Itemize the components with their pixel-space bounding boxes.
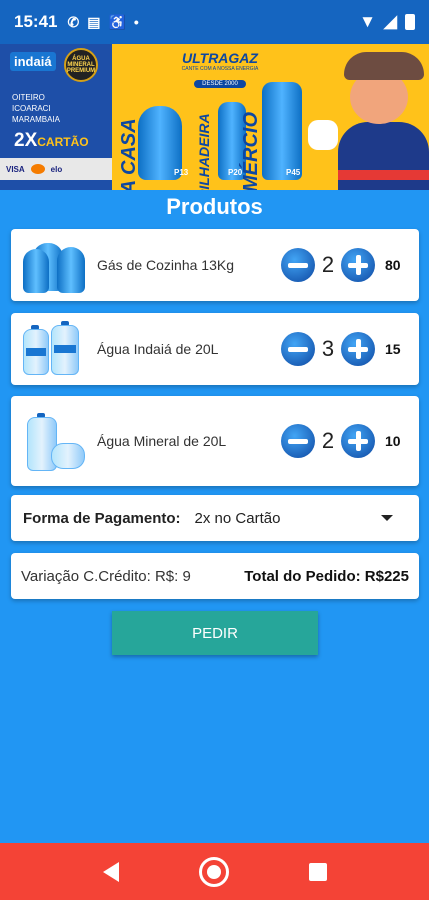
product-card: Água Mineral de 20L 2 10 (11, 396, 419, 486)
installments-label: CARTÃO (37, 135, 89, 149)
quantity-value: 2 (321, 428, 335, 453)
since-badge: DESDE 2000 (194, 80, 246, 88)
mascot-image (306, 44, 429, 190)
decrease-button[interactable] (281, 332, 315, 366)
ultragaz-name: ULTRAGAZ (182, 50, 258, 66)
payment-card: Forma de Pagamento: 2x no Cartão (11, 495, 419, 541)
banner-word-home: SUA CASA (118, 118, 140, 190)
water-jug-image (19, 317, 89, 381)
banner-word-commerce: COMÉRCIO (240, 112, 262, 190)
increase-button[interactable] (341, 248, 375, 282)
cylinder-label: P45 (286, 168, 301, 177)
installments-count: 2X (14, 130, 38, 151)
back-icon[interactable] (102, 861, 119, 882)
whatsapp-icon: ✆ (67, 13, 80, 30)
payment-selected-value: 2x no Cartão (194, 509, 281, 527)
elo-logo: elo (50, 164, 63, 174)
promo-banner[interactable]: indaiá ÁGUA MINERAL PREMIUM OITEIRO ICOA… (0, 44, 429, 190)
product-name: Água Indaiá de 20L (97, 341, 219, 357)
navigation-bar (0, 843, 429, 900)
order-total: Total do Pedido: R$225 (244, 567, 409, 585)
page-title: Produtos (166, 194, 263, 219)
signal-icon: ◢ (383, 12, 397, 31)
battery-icon (405, 14, 415, 30)
news-icon: ▤ (87, 13, 101, 30)
quantity-stepper: 2 10 (281, 424, 407, 458)
status-time: 15:41 (14, 12, 58, 31)
stock-count: 80 (385, 257, 401, 273)
quantity-stepper: 3 15 (281, 332, 407, 366)
credit-variation: Variação C.Crédito: R$: 9 (21, 567, 191, 585)
visa-logo: VISA (6, 164, 25, 174)
order-button[interactable]: PEDIR (112, 611, 318, 655)
home-icon[interactable] (198, 856, 229, 887)
accessibility-icon: ♿ (108, 13, 126, 30)
indaia-logo: indaiá (10, 52, 56, 71)
increase-button[interactable] (341, 424, 375, 458)
gas-cylinder-image (19, 233, 89, 297)
banner-city: ICOARACI (12, 104, 51, 113)
dot-icon: • (133, 14, 139, 30)
product-card: Água Indaiá de 20L 3 15 (11, 313, 419, 385)
minus-icon (288, 346, 308, 352)
ultragaz-slogan: CANTE COM A NOSSA ENERGIA (181, 66, 259, 72)
product-name: Gás de Cozinha 13Kg (97, 257, 234, 273)
installments-promo: 2XCARTÃO (14, 130, 89, 152)
product-name: Água Mineral de 20L (97, 433, 227, 449)
decrease-button[interactable] (281, 248, 315, 282)
mastercard-icon (30, 164, 45, 174)
status-bar: 15:41 ✆ ▤ ♿ • ▼ ◢ (0, 0, 429, 44)
recent-apps-icon[interactable] (308, 862, 327, 881)
water-jug-image (19, 409, 89, 473)
minus-icon (288, 262, 308, 268)
quantity-value: 3 (321, 336, 335, 361)
decrease-button[interactable] (281, 424, 315, 458)
payment-label: Forma de Pagamento: (23, 509, 181, 527)
increase-button[interactable] (341, 332, 375, 366)
stock-count: 10 (385, 433, 401, 449)
thumbs-up-icon (308, 120, 338, 150)
card-logos: VISA elo (0, 158, 112, 180)
banner-city: MARAMBAIA (12, 115, 61, 124)
cylinder-p45 (262, 82, 302, 180)
banner-word-forklift: EMPILHADEIRA (196, 113, 212, 190)
product-card: Gás de Cozinha 13Kg 2 80 (11, 229, 419, 301)
wifi-icon: ▼ (359, 12, 376, 31)
quantity-value: 2 (321, 252, 335, 277)
payment-select[interactable]: 2x no Cartão (195, 510, 407, 527)
quantity-stepper: 2 80 (281, 248, 407, 282)
banner-left-panel: indaiá ÁGUA MINERAL PREMIUM OITEIRO ICOA… (0, 44, 112, 190)
banner-city: OITEIRO (12, 93, 45, 102)
banner-cities: OITEIRO ICOARACI MARAMBAIA (12, 92, 60, 125)
dropdown-arrow-icon (381, 515, 393, 521)
premium-badge: ÁGUA MINERAL PREMIUM (64, 48, 98, 82)
order-summary: Variação C.Crédito: R$: 9 Total do Pedid… (11, 553, 419, 599)
stock-count: 15 (385, 341, 401, 357)
cylinder-label: P13 (174, 168, 189, 177)
minus-icon (288, 438, 308, 444)
